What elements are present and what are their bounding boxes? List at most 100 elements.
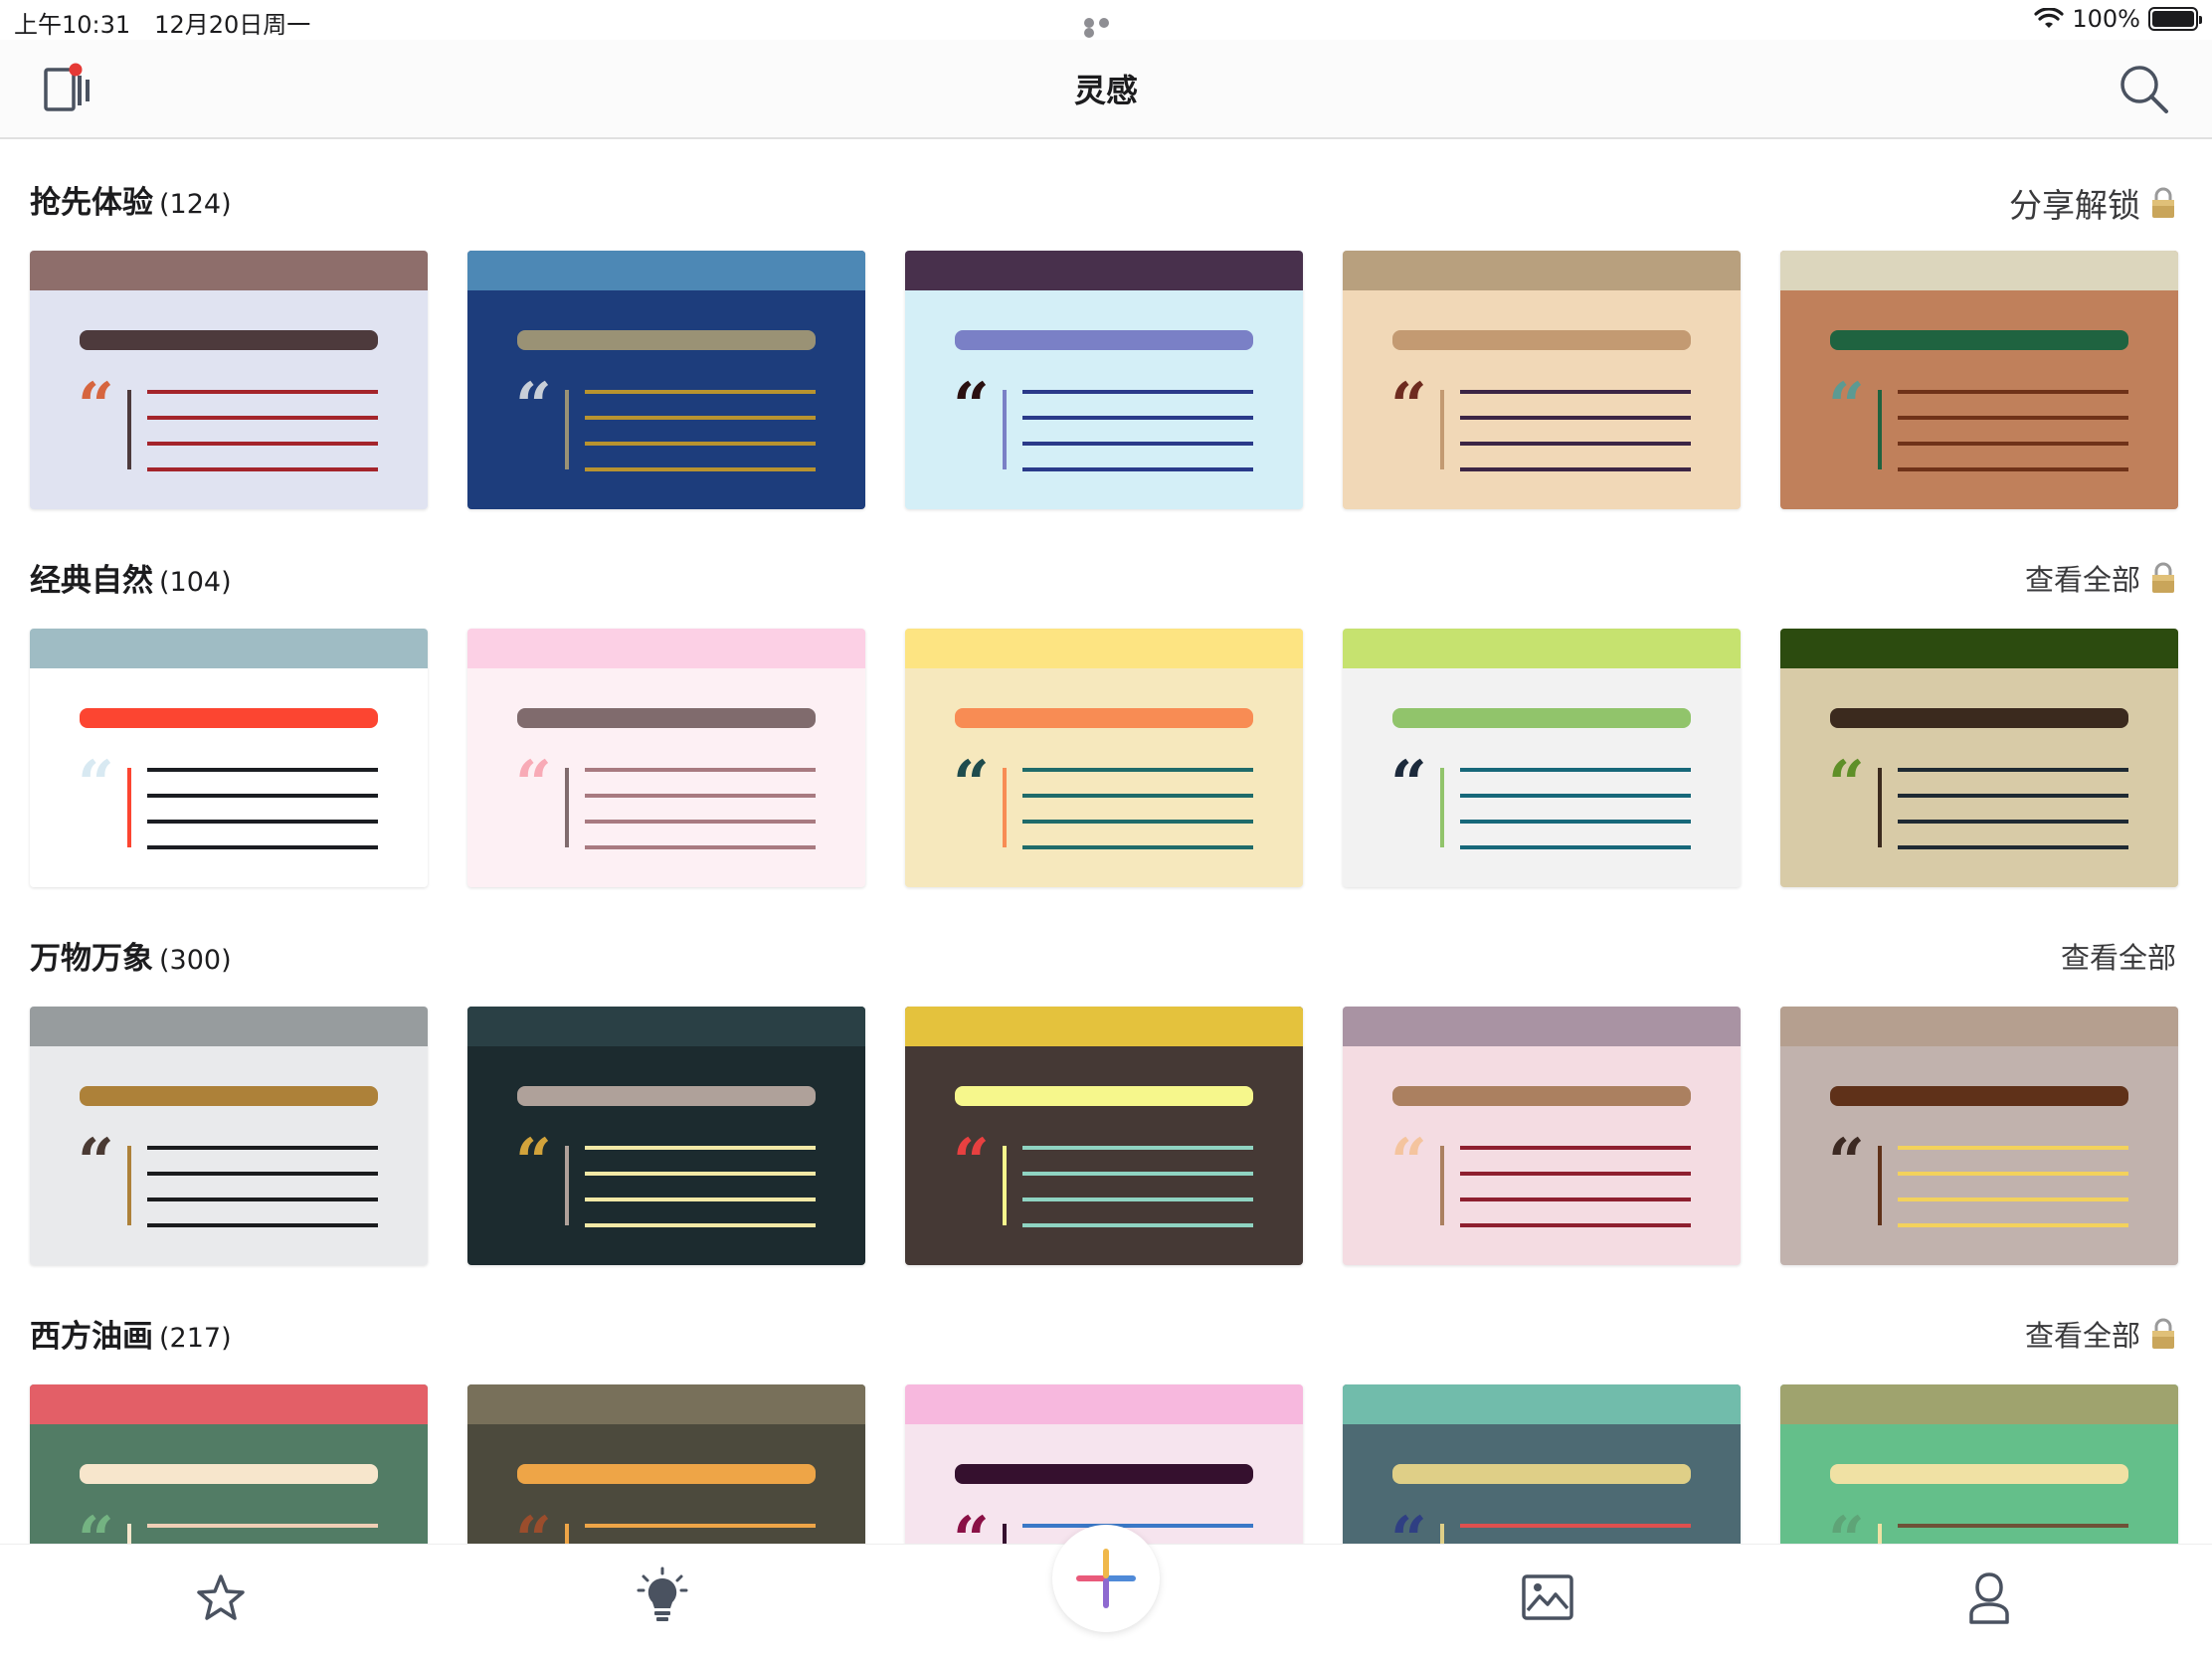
theme-card[interactable]: “ [30,1384,428,1548]
card-header-band [1343,1007,1741,1046]
section-action-label: 查看全部 [2024,563,2140,597]
theme-card[interactable]: “ [467,251,865,509]
card-text-line [1460,1524,1691,1528]
quote-mark-icon: “ [1828,1125,1865,1199]
card-text-line [585,1524,816,1528]
section-count: (217) [159,1323,232,1354]
tab-gallery[interactable] [1516,1567,1579,1630]
card-text-line [1022,1172,1253,1176]
card-quote-bar [127,1146,131,1225]
theme-card[interactable]: “ [467,1384,865,1548]
theme-card[interactable]: “ [1780,629,2178,887]
view-all-button[interactable]: 查看全部 [2061,935,2176,977]
theme-card[interactable]: “ [1780,1384,2178,1548]
tab-inspiration[interactable] [631,1567,694,1630]
card-quote-bar [1440,768,1444,847]
section-title: 万物万象 (300) [30,933,232,978]
section-name: 抢先体验 [30,185,153,221]
status-bar: 上午10:31 12月20日周一 100% [0,0,2212,40]
quote-mark-icon: “ [515,1125,552,1199]
quote-mark-icon: “ [515,747,552,822]
theme-card[interactable]: “ [30,251,428,509]
card-quote-bar [1878,390,1882,469]
card-header-band [1780,1384,2178,1424]
quote-mark-icon: “ [1390,369,1427,444]
card-text-line [1022,390,1253,394]
theme-card[interactable]: “ [1343,1384,1741,1548]
card-quote-bar [565,1146,569,1225]
section-count: (124) [159,189,232,220]
card-text-line [585,794,816,798]
section-header: 抢先体验 (124) 分享解锁 [30,177,2194,225]
quote-mark-icon: “ [78,369,114,444]
card-text-line [1460,442,1691,446]
app-root: 上午10:31 12月20日周一 100% 灵感 抢先体验 (124) 分享解锁… [0,0,2212,1659]
card-text-line [1460,1223,1691,1227]
card-text-line [585,1223,816,1227]
card-text-line [1898,768,2128,772]
theme-card[interactable]: “ [1780,1007,2178,1265]
theme-card[interactable]: “ [905,251,1303,509]
quote-mark-icon: “ [78,1503,114,1549]
theme-card[interactable]: “ [1343,629,1741,887]
section-name: 西方油画 [30,1319,153,1355]
card-quote-bar [565,768,569,847]
card-title-bar [1392,330,1691,350]
section-action-label: 查看全部 [2024,1319,2140,1353]
theme-card[interactable]: “ [905,1384,1303,1548]
card-text-line [147,845,378,849]
card-title-bar [80,1464,378,1484]
card-title-bar [80,1086,378,1106]
theme-card[interactable]: “ [467,629,865,887]
star-icon [197,1574,245,1620]
create-button[interactable] [1052,1525,1160,1632]
theme-card[interactable]: “ [1343,251,1741,509]
card-header-band [1780,1007,2178,1046]
card-text-line [147,1223,378,1227]
theme-card[interactable]: “ [30,1007,428,1265]
search-button[interactable] [2117,62,2172,117]
card-text-line [147,820,378,824]
view-all-button[interactable]: 查看全部 [2025,1313,2176,1355]
tab-favorites[interactable] [189,1567,253,1630]
multitask-dots-icon[interactable] [1084,18,1128,38]
card-text-line [1460,416,1691,420]
card-title-bar [955,1464,1253,1484]
card-header-band [1780,251,2178,290]
view-all-button[interactable]: 查看全部 [2025,557,2176,599]
card-title-bar [517,330,816,350]
card-title-bar [517,1086,816,1106]
card-text-line [147,442,378,446]
tab-profile[interactable] [1957,1567,2021,1630]
quote-mark-icon: “ [953,1503,990,1549]
card-title-bar [1392,1086,1691,1106]
section-title: 西方油画 (217) [30,1311,232,1356]
tab-bar [0,1525,2212,1659]
card-header-band [30,1007,428,1046]
theme-card[interactable]: “ [905,629,1303,887]
card-title-bar [517,1464,816,1484]
section-count: (104) [159,567,232,598]
card-header-band [905,1384,1303,1424]
theme-card[interactable]: “ [30,629,428,887]
card-header-band [905,251,1303,290]
card-text-line [1460,1146,1691,1150]
card-text-line [1022,467,1253,471]
card-text-line [1460,820,1691,824]
card-title-bar [1392,708,1691,728]
card-text-line [1898,1524,2128,1528]
card-header-band [30,629,428,668]
card-text-line [1898,845,2128,849]
theme-card[interactable]: “ [1343,1007,1741,1265]
theme-card[interactable]: “ [467,1007,865,1265]
theme-card[interactable]: “ [905,1007,1303,1265]
battery-icon [2148,7,2202,31]
card-title-bar [80,330,378,350]
card-text-line [1022,1198,1253,1201]
card-title-bar [1392,1464,1691,1484]
card-text-line [585,820,816,824]
card-title-bar [1830,1086,2128,1106]
theme-card[interactable]: “ [1780,251,2178,509]
card-text-line [147,467,378,471]
share-unlock-button[interactable]: 分享解锁 [2009,179,2176,227]
